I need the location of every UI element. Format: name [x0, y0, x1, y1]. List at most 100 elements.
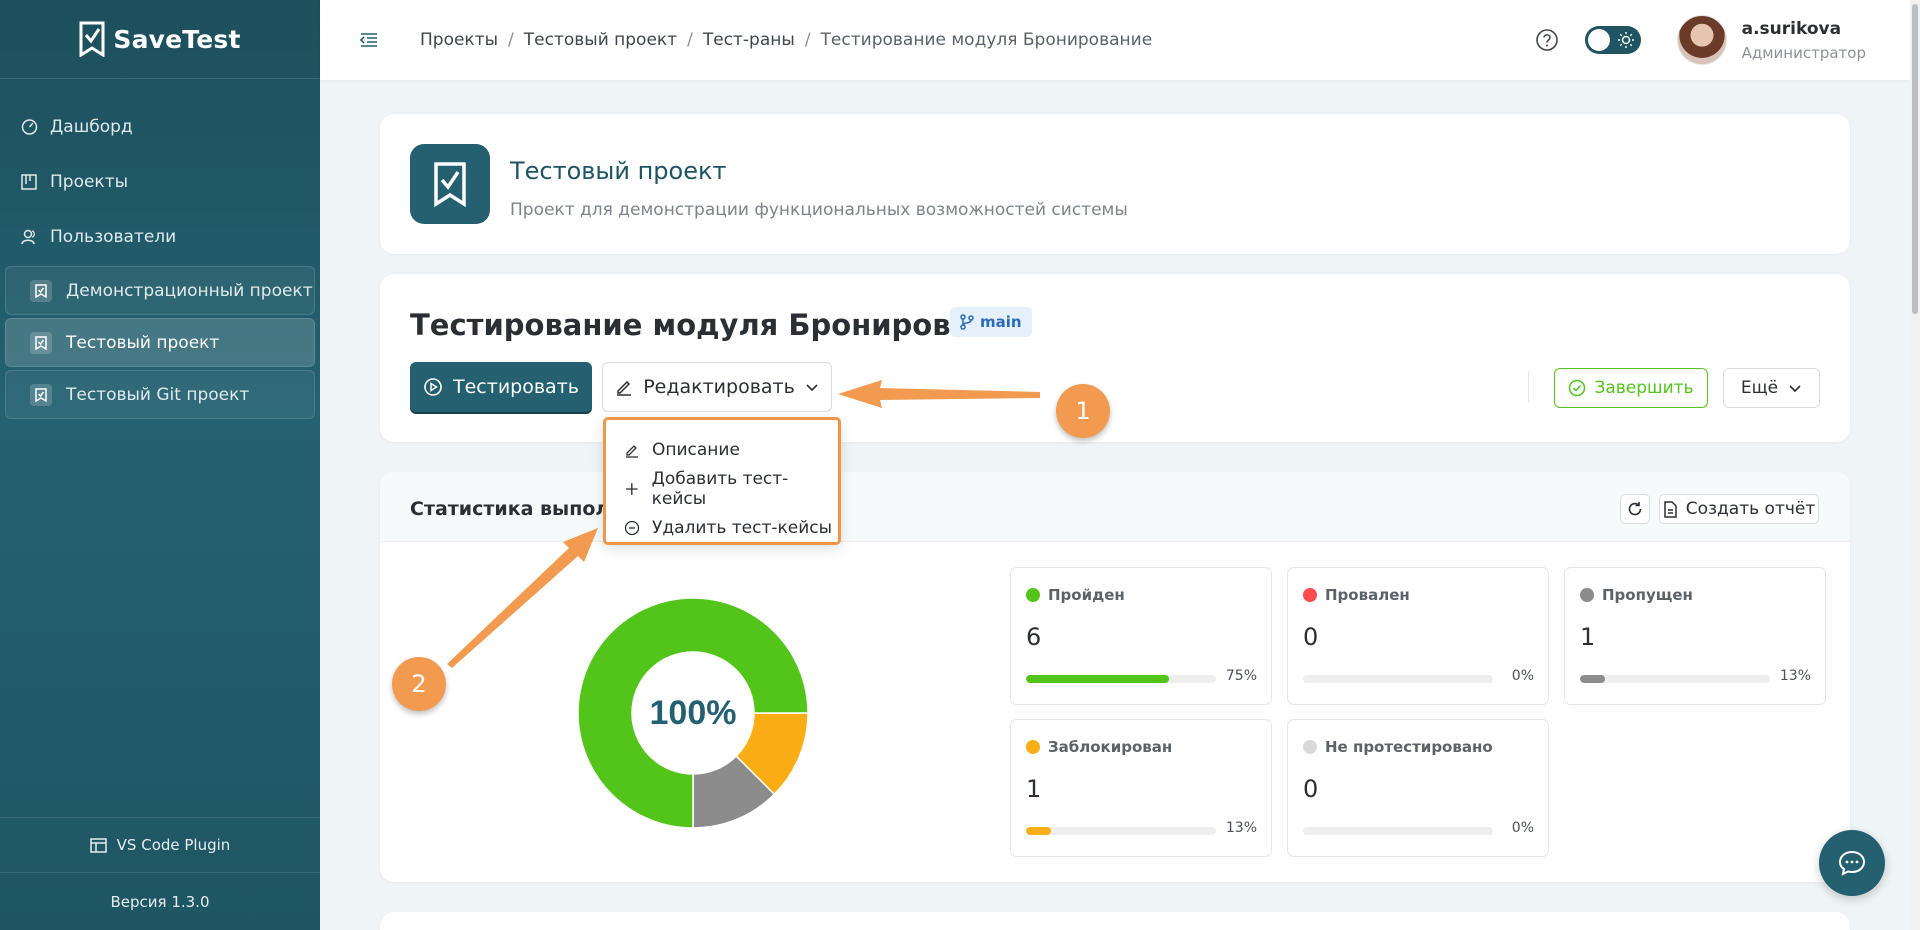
breadcrumb-separator: / [804, 30, 811, 50]
status-progress-bar [1303, 675, 1493, 683]
finish-label: Завершить [1594, 378, 1694, 398]
collapse-sidebar-button[interactable] [354, 25, 384, 55]
chevron-down-icon [1789, 385, 1801, 393]
sidebar-project-demo[interactable]: Демонстрационный проект [5, 266, 315, 315]
file-icon [1663, 500, 1677, 518]
chevron-down-icon [806, 384, 818, 392]
status-progress-fill [1580, 675, 1605, 683]
status-progress-bar [1580, 675, 1770, 683]
edit-label: Редактировать [643, 376, 795, 398]
edit-dropdown-menu: Описание Добавить тест-кейсы Удалить тес… [603, 417, 841, 545]
refresh-button[interactable] [1620, 494, 1650, 524]
status-label-text: Провален [1325, 586, 1410, 604]
status-label: Пропущен [1580, 586, 1693, 604]
status-percent: 13% [1225, 820, 1257, 836]
project-title[interactable]: Тестовый проект [510, 157, 726, 185]
project-logo [410, 144, 490, 224]
status-dot [1026, 740, 1040, 754]
breadcrumb-testruns[interactable]: Тест-раны [703, 30, 795, 50]
test-run-card: Тестирование модуля Бронирование main Те… [380, 274, 1850, 442]
breadcrumb-projects[interactable]: Проекты [420, 30, 498, 50]
user-info[interactable]: a.surikova Администратор [1742, 19, 1866, 62]
scrollbar-thumb[interactable] [1912, 4, 1918, 314]
status-dot [1303, 740, 1317, 754]
header-actions: a.surikova Администратор [1534, 0, 1910, 80]
sidebar-item-dashboard[interactable]: Дашборд [0, 99, 320, 154]
status-count: 1 [1026, 775, 1042, 803]
statistics-title: Статистика выполне [410, 498, 636, 520]
status-count: 6 [1026, 623, 1042, 651]
status-label-text: Пропущен [1602, 586, 1693, 604]
status-dot [1580, 588, 1594, 602]
user-avatar[interactable] [1676, 15, 1727, 65]
sun-icon [1617, 32, 1634, 48]
status-label: Не протестировано [1303, 738, 1493, 756]
status-card: Не протестировано 0 0% [1287, 719, 1549, 857]
pencil-icon [617, 380, 632, 396]
menu-item-add-testcases[interactable]: Добавить тест-кейсы [606, 468, 838, 509]
run-test-label: Тестировать [453, 376, 579, 398]
minus-circle-icon [624, 520, 640, 535]
edit-dropdown-button[interactable]: Редактировать [602, 362, 832, 412]
sidebar-project-label: Тестовый проект [66, 332, 220, 353]
sidebar-item-projects[interactable]: Проекты [0, 154, 320, 209]
status-card: Провален 0 0% [1287, 567, 1549, 705]
vscode-plugin-link[interactable]: VS Code Plugin [0, 817, 320, 872]
project-card: Тестовый проект Проект для демонстрации … [380, 114, 1850, 254]
annotation-badge-1: 1 [1056, 384, 1110, 438]
create-report-label: Создать отчёт [1685, 499, 1816, 519]
sidebar-project-label: Тестовый Git проект [66, 384, 250, 405]
top-header: Проекты / Тестовый проект / Тест-раны / … [320, 0, 1910, 80]
run-test-button[interactable]: Тестировать [410, 362, 592, 412]
sidebar-item-users[interactable]: Пользователи [0, 209, 320, 264]
status-count: 1 [1580, 623, 1596, 651]
status-dot [1026, 588, 1040, 602]
menu-item-label: Добавить тест-кейсы [651, 468, 789, 509]
app-logo[interactable]: SaveTest [0, 0, 320, 79]
menu-item-remove-testcases[interactable]: Удалить тест-кейсы [606, 508, 838, 547]
donut-center-label: 100% [650, 694, 737, 732]
create-report-button[interactable]: Создать отчёт [1659, 494, 1819, 524]
status-donut-chart: 100% [577, 597, 809, 829]
sidebar-project-label: Демонстрационный проект [66, 280, 313, 301]
status-card: Пройден 6 75% [1010, 567, 1272, 705]
pencil-icon [626, 444, 638, 458]
logo-icon [79, 21, 105, 57]
project-check-icon [30, 279, 52, 302]
breadcrumb-separator: / [508, 30, 514, 50]
status-progress-fill [1026, 675, 1169, 683]
menu-item-label: Удалить тест-кейсы [652, 517, 833, 538]
check-circle-icon [1569, 379, 1586, 397]
status-percent: 0% [1511, 668, 1534, 684]
project-logo-icon [434, 162, 466, 207]
status-card: Пропущен 1 13% [1564, 567, 1826, 705]
statistics-header: Статистика выполне Создать отчёт [380, 472, 1850, 542]
status-progress-bar [1026, 827, 1216, 835]
more-dropdown-button[interactable]: Ещё [1723, 368, 1820, 408]
menu-item-description[interactable]: Описание [606, 430, 838, 469]
statistics-card: Статистика выполне Создать отчёт 100% Пр… [380, 472, 1850, 882]
breadcrumb: Проекты / Тестовый проект / Тест-раны / … [420, 30, 1152, 50]
refresh-icon [1628, 502, 1642, 516]
sidebar-project-test[interactable]: Тестовый проект [5, 318, 315, 367]
plugin-icon [89, 837, 107, 853]
theme-toggle[interactable] [1584, 26, 1641, 54]
status-count: 0 [1303, 775, 1319, 803]
plus-icon [625, 482, 638, 495]
toolbar-divider [1528, 371, 1529, 403]
branch-name: main [980, 313, 1022, 331]
finish-button[interactable]: Завершить [1554, 368, 1708, 408]
menu-fold-icon [360, 33, 377, 47]
plugin-label: VS Code Plugin [116, 836, 231, 854]
projects-icon [20, 173, 38, 191]
play-circle-icon [424, 378, 442, 396]
sidebar-footer: VS Code Plugin Версия 1.3.0 [0, 817, 320, 930]
breadcrumb-project[interactable]: Тестовый проект [524, 30, 677, 50]
breadcrumb-separator: / [687, 30, 693, 50]
chat-button[interactable] [1819, 830, 1885, 896]
page-title: Тестирование модуля Бронирование [410, 308, 1031, 342]
help-icon[interactable] [1534, 27, 1560, 53]
sidebar-project-git[interactable]: Тестовый Git проект [5, 370, 315, 419]
page-scrollbar[interactable] [1910, 0, 1920, 930]
app-name: SaveTest [113, 24, 241, 54]
